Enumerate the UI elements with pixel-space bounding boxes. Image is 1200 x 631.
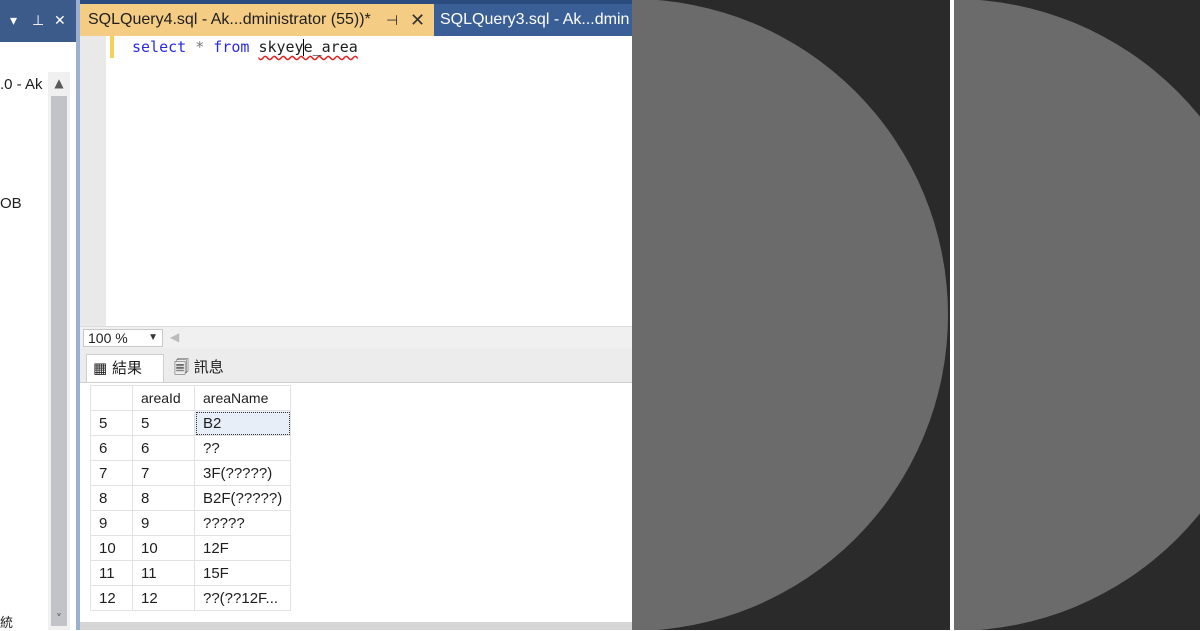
decorative-panel-right xyxy=(954,0,1200,630)
tab-title: SQLQuery3.sql - Ak...dmin xyxy=(440,11,630,28)
tab-messages[interactable]: 🗐 訊息 xyxy=(168,354,238,382)
query-editor-window: SQLQuery4.sql - Ak...dministrator (55))*… xyxy=(80,0,632,630)
tab-sqlquery3[interactable]: SQLQuery3.sql - Ak...dmin xyxy=(434,4,632,36)
results-grid: areaId areaName 5 5 B2 6 6?? 7 7 3F(?????) 8 8 B2F… xyxy=(90,385,292,611)
zoom-select[interactable]: 100 % ▼ xyxy=(83,329,163,347)
cell-row-number[interactable]: 11 xyxy=(90,560,133,586)
cell-row-number[interactable]: 12 xyxy=(90,585,133,611)
table-name-part2: e_area xyxy=(303,38,358,56)
header-row-number[interactable] xyxy=(90,385,133,411)
half-circle-shape xyxy=(632,0,948,630)
editor-gutter xyxy=(80,36,106,326)
keyword-from: from xyxy=(213,38,250,56)
half-circle-shape xyxy=(954,0,1200,630)
table-row[interactable]: 11 11 15F xyxy=(90,560,292,586)
cell-areaName[interactable]: ??(??12F... xyxy=(193,585,292,611)
header-areaName[interactable]: areaName xyxy=(193,385,292,411)
decorative-panel-left xyxy=(632,0,950,630)
table-row[interactable]: 12 12 ??(??12F... xyxy=(90,585,292,611)
cell-areaId[interactable]: 11 xyxy=(132,560,195,586)
cell-areaName[interactable]: 15F xyxy=(193,560,292,586)
grid-header-row: areaId areaName xyxy=(90,385,292,411)
scrollbar-thumb[interactable] xyxy=(51,96,67,626)
object-explorer-header: ▾ ⊥ ✕ xyxy=(0,0,76,42)
sql-code-line[interactable]: select * from skyeye_area xyxy=(132,36,358,58)
cell-areaId[interactable]: 7 xyxy=(132,460,195,486)
cell-areaId[interactable]: 10 xyxy=(132,535,195,561)
half-circle xyxy=(632,0,948,630)
table-name-part1: skyey xyxy=(258,38,304,56)
cell-areaName[interactable]: 12F xyxy=(193,535,292,561)
object-explorer-scrollbar[interactable]: ▲ ˅ xyxy=(48,72,70,630)
results-grid-area: areaId areaName 5 5 B2 6 6?? 7 7 3F(?????) 8 8 B2F… xyxy=(80,382,632,630)
cell-row-number[interactable]: 10 xyxy=(90,535,133,561)
tree-node-db[interactable]: OB xyxy=(0,195,22,212)
scroll-left-icon[interactable]: ◀ xyxy=(170,330,179,344)
document-tab-bar: SQLQuery4.sql - Ak...dministrator (55))*… xyxy=(80,0,632,36)
table-row[interactable]: 5 5 B2 xyxy=(90,410,292,436)
cell-areaId[interactable]: 8 xyxy=(132,485,195,511)
cell-areaId[interactable]: 5 xyxy=(132,410,195,436)
document-icon: 🗐 xyxy=(174,358,189,376)
chevron-down-icon[interactable]: ▾ xyxy=(10,11,17,31)
tab-results-label: 結果 xyxy=(111,359,142,377)
half-circle xyxy=(954,0,1200,630)
header-areaId[interactable]: areaId xyxy=(132,385,195,411)
table-row[interactable]: 10 10 12F xyxy=(90,535,292,561)
change-indicator xyxy=(110,36,114,58)
close-icon[interactable]: ✕ xyxy=(54,11,66,31)
cell-areaId[interactable]: 12 xyxy=(132,585,195,611)
object-explorer-panel: ▾ ⊥ ✕ .0 - Ak OB 統 ▲ ˅ xyxy=(0,0,76,630)
cell-areaId[interactable]: 6 xyxy=(132,435,195,461)
tree-node-server[interactable]: .0 - Ak xyxy=(0,76,43,93)
scroll-up-icon[interactable]: ▲ xyxy=(50,74,68,92)
cell-row-number[interactable]: 7 xyxy=(90,460,133,486)
table-row[interactable]: 8 8 B2F(?????) xyxy=(90,485,292,511)
pin-icon[interactable]: ⊥ xyxy=(32,11,44,31)
table-row[interactable]: 7 7 3F(?????) xyxy=(90,460,292,486)
cell-areaName[interactable]: 3F(?????) xyxy=(193,460,292,486)
editor-horizontal-scrollbar[interactable]: 100 % ▼ ◀ xyxy=(80,326,632,348)
cell-row-number[interactable]: 6 xyxy=(90,435,133,461)
tab-title: SQLQuery4.sql - Ak...dministrator (55))* xyxy=(88,11,371,28)
results-bottom-bar xyxy=(80,622,632,630)
cell-row-number[interactable]: 9 xyxy=(90,510,133,536)
star-operator: * xyxy=(195,38,205,56)
chevron-down-icon[interactable]: ▼ xyxy=(148,330,158,346)
cell-areaId[interactable]: 9 xyxy=(132,510,195,536)
tab-messages-label: 訊息 xyxy=(193,358,224,376)
results-tab-strip: ▦ 結果 🗐 訊息 xyxy=(80,348,632,382)
cell-areaName[interactable]: ????? xyxy=(193,510,292,536)
cell-row-number[interactable]: 5 xyxy=(90,410,133,436)
table-row[interactable]: 6 6?? xyxy=(90,435,292,461)
close-icon[interactable]: ✕ xyxy=(410,4,425,36)
table-row[interactable]: 9 9????? xyxy=(90,510,292,536)
tree-node-bottom[interactable]: 統 xyxy=(0,612,13,631)
cell-areaName[interactable]: B2 xyxy=(193,410,292,436)
keyword-select: select xyxy=(132,38,187,56)
cell-areaName[interactable]: B2F(?????) xyxy=(193,485,292,511)
cell-row-number[interactable]: 8 xyxy=(90,485,133,511)
pin-icon[interactable]: ⊣ xyxy=(386,4,398,36)
tab-sqlquery4[interactable]: SQLQuery4.sql - Ak...dministrator (55))*… xyxy=(80,4,434,36)
tab-results[interactable]: ▦ 結果 xyxy=(86,354,164,382)
cell-areaName[interactable]: ?? xyxy=(193,435,292,461)
zoom-value: 100 % xyxy=(88,330,128,346)
grid-icon: ▦ xyxy=(93,359,108,377)
scroll-down-icon[interactable]: ˅ xyxy=(50,610,68,628)
